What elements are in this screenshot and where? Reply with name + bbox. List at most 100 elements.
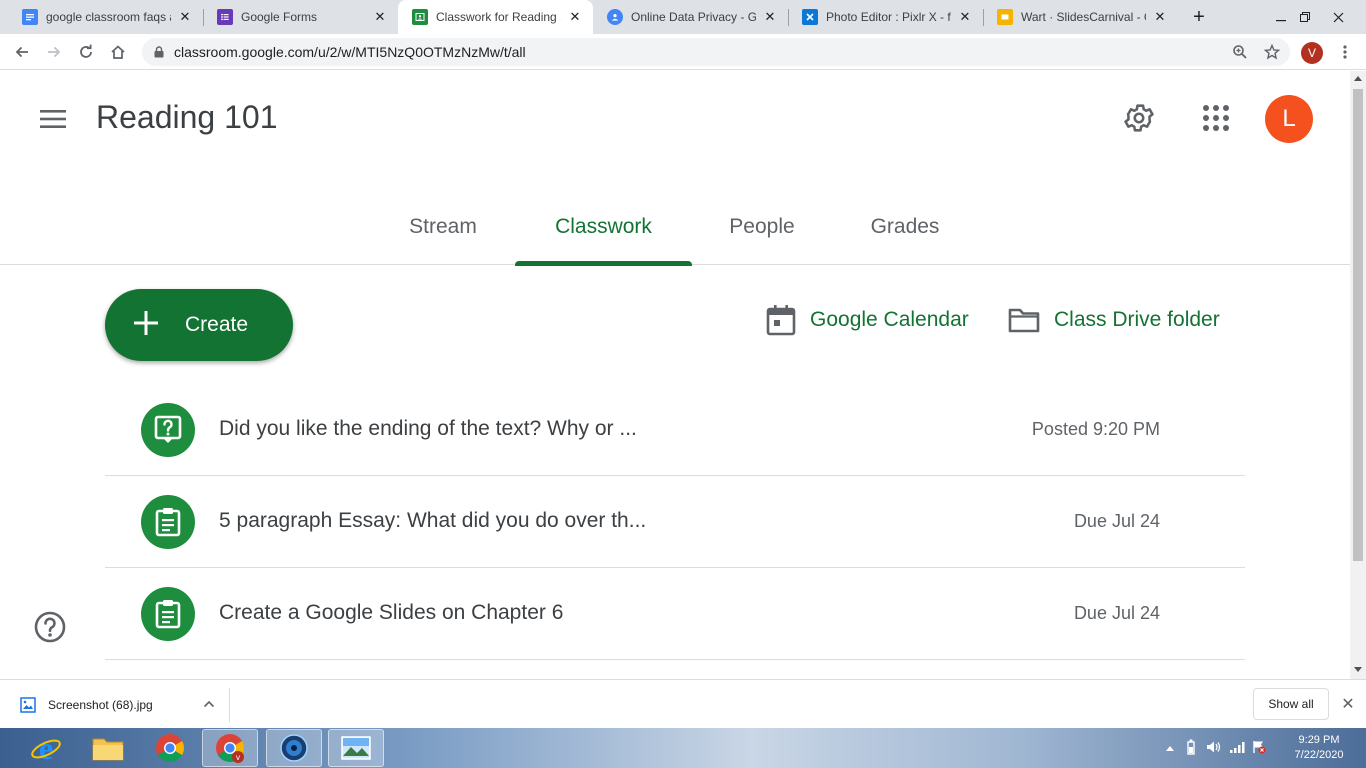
tab-stream[interactable]: Stream [396, 189, 490, 265]
show-hidden-icons-icon[interactable] [1166, 742, 1174, 754]
browser-toolbar: classroom.google.com/u/2/w/MTI5NzQ0OTMzN… [0, 34, 1366, 70]
forward-button[interactable] [42, 40, 66, 64]
browser-tab-title: Online Data Privacy - Go [631, 10, 756, 24]
classwork-title: Did you like the ending of the text? Why… [219, 417, 637, 440]
download-item[interactable]: Screenshot (68).jpg [12, 688, 230, 722]
browser-tab-title: Wart · SlidesCarnival - Go [1021, 10, 1146, 24]
back-arrow-icon [15, 46, 28, 58]
close-download-bar-icon[interactable]: ✕ [1338, 694, 1358, 714]
class-title[interactable]: Reading 101 [96, 99, 277, 136]
classwork-date: Due Jul 24 [1073, 511, 1160, 531]
home-button[interactable] [106, 40, 130, 64]
restore-window-button[interactable] [1287, 0, 1323, 34]
scrollbar-thumb[interactable] [1353, 89, 1363, 561]
classwork-item[interactable]: Create a Google Slides on Chapter 6 Due … [105, 568, 1245, 660]
classwork-date: Due Jul 24 [1073, 603, 1160, 623]
browser-profile-avatar[interactable]: V [1301, 42, 1323, 64]
assignment-icon [141, 587, 195, 641]
clock-date: 7/22/2020 [1294, 749, 1344, 761]
url-text: classroom.google.com/u/2/w/MTI5NzQ0OTMzN… [174, 44, 526, 60]
help-icon[interactable] [34, 611, 66, 643]
show-all-button[interactable]: Show all [1253, 688, 1329, 720]
chrome-icon[interactable] [142, 729, 198, 767]
close-tab-icon[interactable]: ✕ [762, 9, 778, 25]
zoom-button[interactable] [1228, 40, 1252, 64]
media-player-button[interactable] [266, 729, 322, 767]
network-signal-icon[interactable] [1230, 741, 1246, 756]
browser-menu-button[interactable] [1333, 40, 1357, 64]
main-menu-icon[interactable] [38, 107, 68, 131]
action-center-flag-icon[interactable] [1252, 740, 1266, 757]
docs-icon [22, 9, 38, 25]
svg-text:e: e [39, 732, 53, 764]
close-tab-icon[interactable]: ✕ [177, 9, 193, 25]
classwork-item[interactable]: Did you like the ending of the text? Why… [105, 384, 1245, 476]
browser-tab-1[interactable]: google classroom faqs a ✕ [8, 0, 203, 34]
forms-icon [217, 9, 233, 25]
volume-icon[interactable] [1206, 740, 1222, 757]
tab-label: Grades [870, 215, 940, 238]
browser-tab-4[interactable]: Online Data Privacy - Go ✕ [593, 0, 788, 34]
tab-label: Classwork [555, 215, 652, 238]
star-icon [1264, 44, 1280, 60]
calendar-icon [766, 304, 796, 336]
address-bar[interactable]: classroom.google.com/u/2/w/MTI5NzQ0OTMzN… [142, 38, 1290, 66]
file-explorer-icon[interactable] [80, 729, 136, 767]
zoom-icon [1233, 45, 1247, 59]
close-tab-icon[interactable]: ✕ [957, 9, 973, 25]
forward-arrow-icon [48, 46, 61, 58]
classroom-icon [412, 9, 428, 25]
slides-icon [997, 9, 1013, 25]
class-tab-bar: Stream Classwork People Grades [0, 189, 1350, 266]
download-bar: Screenshot (68).jpg Show all ✕ [0, 679, 1366, 728]
close-tab-icon[interactable]: ✕ [567, 9, 583, 25]
google-apps-icon[interactable] [1202, 104, 1230, 132]
chrome-window-button[interactable]: v [202, 729, 258, 767]
google-calendar-link[interactable]: Google Calendar [766, 303, 969, 337]
google-calendar-label: Google Calendar [810, 308, 969, 331]
folder-icon [1008, 307, 1040, 333]
back-button[interactable] [10, 40, 34, 64]
close-window-button[interactable] [1320, 0, 1356, 34]
home-icon [111, 45, 125, 59]
bookmark-button[interactable] [1260, 40, 1284, 64]
more-vert-icon [1343, 45, 1347, 59]
pixlr-icon [802, 9, 818, 25]
tab-people[interactable]: People [716, 189, 808, 265]
close-tab-icon[interactable]: ✕ [372, 9, 388, 25]
classwork-date: Posted 9:20 PM [1031, 419, 1160, 439]
browser-tab-2[interactable]: Google Forms ✕ [203, 0, 398, 34]
browser-tab-5[interactable]: Photo Editor : Pixlr X - fre ✕ [788, 0, 983, 34]
power-icon[interactable] [1184, 739, 1198, 758]
photo-viewer-button[interactable] [328, 729, 384, 767]
browser-tab-3[interactable]: Classwork for Reading 10 ✕ [398, 0, 593, 34]
plus-icon [133, 308, 159, 342]
browser-tab-title: Google Forms [241, 10, 318, 24]
scroll-down-arrow-icon[interactable] [1354, 667, 1362, 672]
close-tab-icon[interactable]: ✕ [1152, 9, 1168, 25]
reload-button[interactable] [74, 40, 98, 64]
reload-icon [80, 44, 92, 58]
tab-grades[interactable]: Grades [857, 189, 953, 265]
create-button[interactable]: Create [105, 289, 293, 361]
scroll-up-arrow-icon[interactable] [1354, 76, 1362, 81]
tab-classwork[interactable]: Classwork [515, 189, 692, 266]
classwork-title: Create a Google Slides on Chapter 6 [219, 601, 564, 624]
classwork-item[interactable]: 5 paragraph Essay: What did you do over … [105, 476, 1245, 568]
chevron-up-icon[interactable] [203, 697, 215, 711]
assignment-icon [141, 495, 195, 549]
taskbar-clock[interactable]: 9:29 PM 7/22/2020 [1284, 733, 1354, 763]
classwork-item-partial[interactable] [105, 660, 1245, 679]
browser-tab-6[interactable]: Wart · SlidesCarnival - Go ✕ [983, 0, 1178, 34]
settings-gear-icon[interactable] [1122, 101, 1156, 135]
browser-tab-title: Photo Editor : Pixlr X - fre [826, 10, 951, 24]
internet-explorer-icon[interactable]: e [18, 729, 74, 767]
new-tab-button[interactable]: + [1188, 6, 1210, 28]
page-scrollbar[interactable] [1350, 71, 1366, 679]
class-drive-folder-link[interactable]: Class Drive folder [1008, 303, 1220, 337]
sites-icon [607, 9, 623, 25]
download-file-name: Screenshot (68).jpg [48, 698, 153, 712]
lock-icon [154, 46, 164, 58]
tab-label: Stream [409, 215, 477, 238]
account-avatar[interactable]: L [1265, 95, 1313, 143]
